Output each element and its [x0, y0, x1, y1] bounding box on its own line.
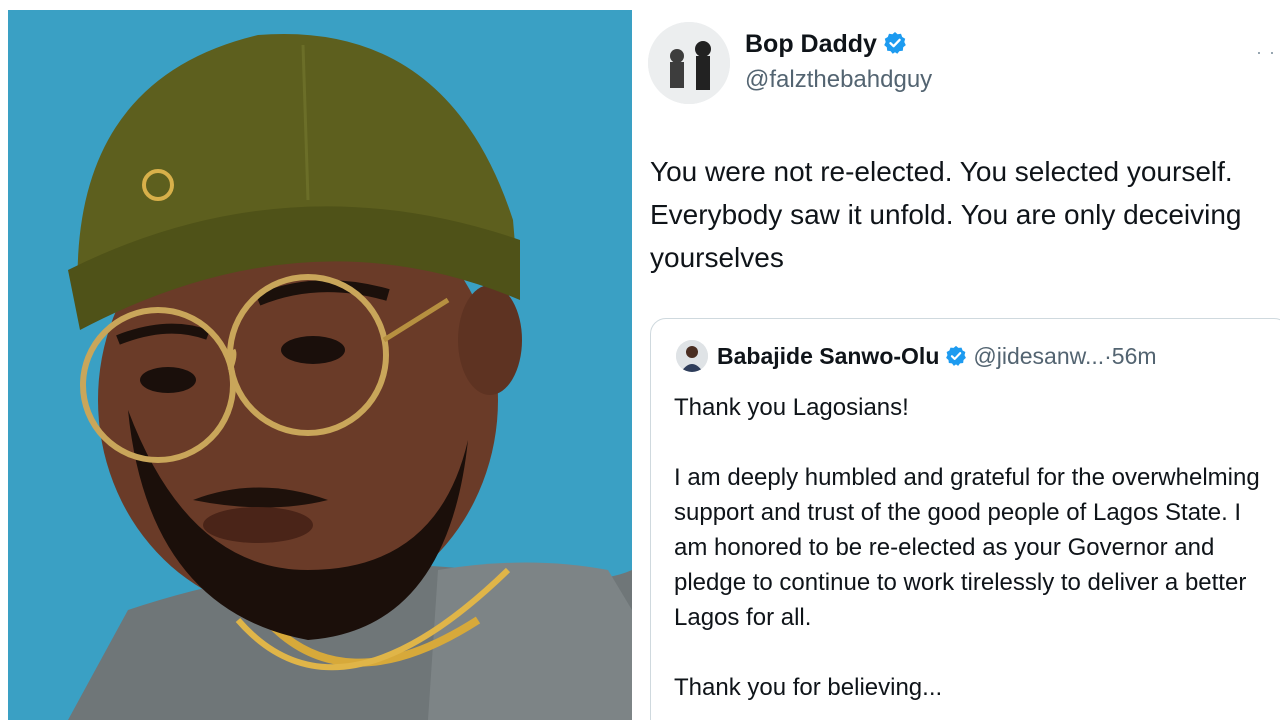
- more-dots-icon[interactable]: · ·: [1256, 42, 1276, 63]
- author-handle[interactable]: @falzthebahdguy: [745, 66, 932, 94]
- avatar-image: [648, 22, 730, 104]
- quoted-author-avatar[interactable]: [676, 340, 708, 372]
- quoted-paragraph: Thank you for believing...: [674, 674, 943, 701]
- portrait-illustration: [8, 10, 632, 720]
- verified-badge-icon: [946, 345, 967, 366]
- portrait-photo: [8, 10, 632, 720]
- quoted-paragraph: Thank you Lagosians!: [674, 394, 909, 421]
- tweet-body: You were not re-elected. You selected yo…: [650, 156, 1242, 273]
- quoted-author-name[interactable]: Babajide Sanwo-Olu: [717, 343, 939, 369]
- author-name[interactable]: Bop Daddy: [745, 30, 907, 59]
- quoted-tweet-time[interactable]: ·56m: [1104, 343, 1156, 369]
- quoted-tweet-header: Babajide Sanwo-Olu @jidesanw...·56m: [717, 343, 1157, 370]
- verified-badge-icon: [884, 32, 906, 54]
- profile-avatar[interactable]: [648, 22, 730, 104]
- quoted-author-handle[interactable]: @jidesanw...: [973, 343, 1104, 369]
- author-display-name[interactable]: Bop Daddy: [745, 30, 877, 58]
- quoted-avatar-image: [676, 340, 708, 372]
- quoted-tweet-body: Thank you Lagosians! I am deeply humbled…: [674, 390, 1274, 705]
- quoted-paragraph: I am deeply humbled and grateful for the…: [674, 464, 1260, 631]
